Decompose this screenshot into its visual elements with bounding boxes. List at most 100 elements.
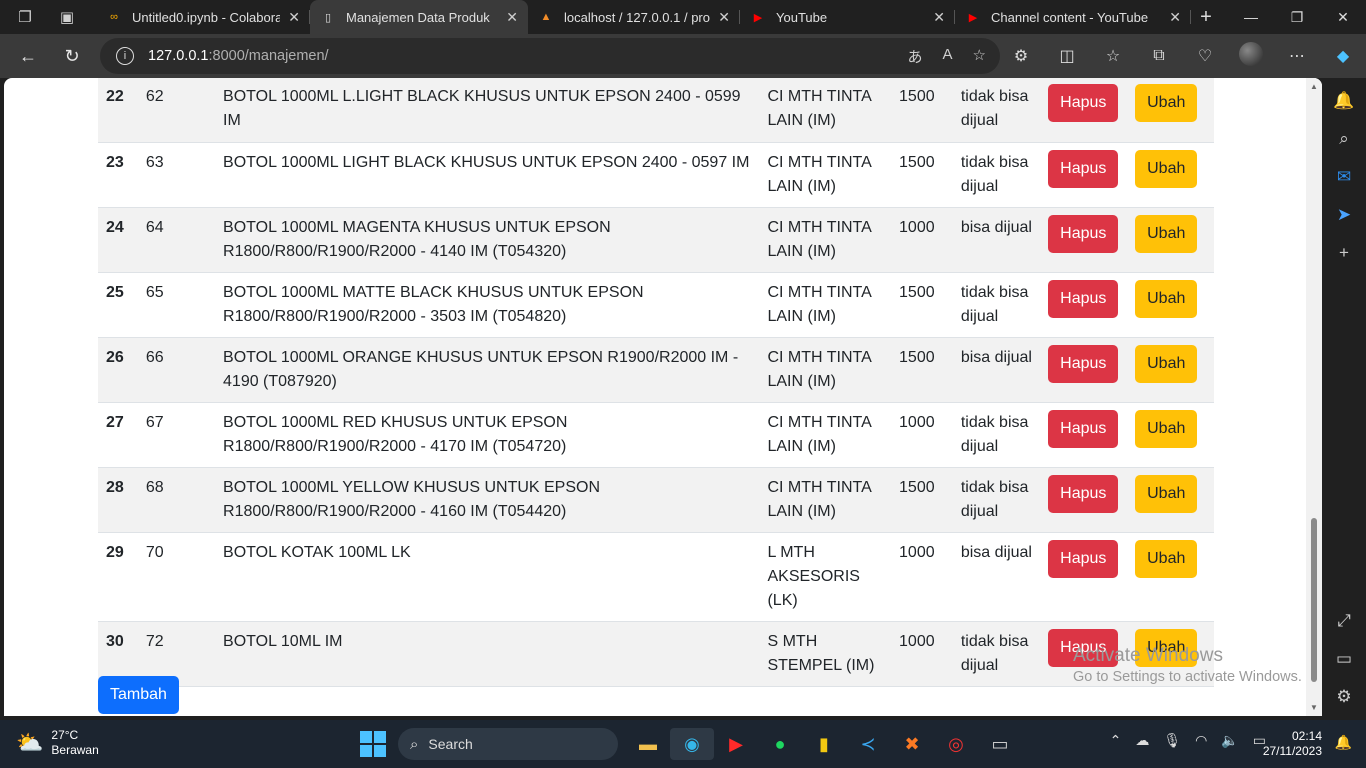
notifications-icon[interactable]: 🔔 (1329, 86, 1359, 116)
product-name: BOTOL 1000ML LIGHT BLACK KHUSUS UNTUK EP… (215, 142, 760, 208)
site-info-icon[interactable]: i (116, 47, 134, 65)
clock[interactable]: 02:14 27/11/2023 (1263, 729, 1322, 759)
hide-sidebar-icon[interactable]: ⤢ (1329, 606, 1359, 636)
vscode-icon[interactable]: ≺ (846, 728, 890, 760)
add-sidebar-app-icon[interactable]: + (1329, 238, 1359, 268)
close-tab-icon[interactable]: ✕ (288, 9, 300, 26)
product-status: bisa dijual (952, 532, 1041, 622)
microphone-icon[interactable]: 🎙 (1163, 732, 1181, 749)
delete-button[interactable]: Hapus (1048, 149, 1119, 188)
edit-button[interactable]: Ubah (1135, 149, 1198, 188)
edge-browser-icon[interactable]: ◉ (670, 728, 714, 760)
outlook-icon[interactable]: ✉ (1329, 162, 1359, 192)
edit-button[interactable]: Ubah (1135, 539, 1198, 578)
tab-title: Manajemen Data Produk (346, 9, 490, 25)
delete-cell: Hapus (1040, 78, 1128, 143)
collections-icon[interactable]: ⧉ (1136, 47, 1182, 65)
product-price: 1500 (891, 467, 953, 533)
sidebar-settings-icon[interactable]: ⚙ (1329, 682, 1359, 712)
restore-icon[interactable]: ❐ (1274, 0, 1320, 34)
address-bar[interactable]: i 127.0.0.1:8000/manajemen/ あ A ☆ (100, 38, 1000, 74)
search-label: Search (428, 736, 473, 752)
youtube-app-icon[interactable]: ▶ (714, 728, 758, 760)
windows-taskbar: ⛅ 27°C Berawan ⌕ Search ▬ ◉ ▶ ● ▮ ≺ ✖ ◎ … (0, 720, 1366, 768)
file-explorer-icon[interactable]: ▬ (626, 728, 670, 760)
tab-title: Channel content - YouTube (991, 9, 1149, 25)
performance-icon[interactable]: ♡ (1182, 46, 1228, 66)
refresh-icon[interactable]: ↻ (54, 38, 90, 74)
volume-icon[interactable]: 🔈 (1221, 732, 1238, 749)
edit-cell: Ubah (1127, 532, 1214, 622)
delete-button[interactable]: Hapus (1048, 344, 1119, 383)
show-hidden-icons-icon[interactable]: ⌃ (1110, 732, 1122, 749)
telegram-icon[interactable]: ➤ (1329, 200, 1359, 230)
screen-recorder-icon[interactable]: ◎ (934, 728, 978, 760)
browser-tab[interactable]: ▲ localhost / 127.0.0.1 / produ ✕ (528, 0, 740, 34)
translate-icon[interactable]: あ (908, 46, 923, 67)
spotify-icon[interactable]: ● (758, 728, 802, 760)
copilot-icon[interactable]: ◆ (1320, 46, 1366, 66)
weather-widget[interactable]: ⛅ 27°C Berawan (16, 728, 99, 758)
extensions-icon[interactable]: ⚙ (998, 46, 1044, 66)
add-product-button[interactable]: Tambah (98, 676, 179, 714)
wifi-icon[interactable]: ◠ (1195, 732, 1207, 749)
favorite-star-icon[interactable]: ☆ (973, 46, 986, 67)
tab-actions-icon[interactable]: ▣ (54, 4, 80, 30)
minimize-icon[interactable]: — (1228, 0, 1274, 34)
edit-button[interactable]: Ubah (1135, 409, 1198, 448)
delete-button[interactable]: Hapus (1048, 214, 1119, 253)
close-tab-icon[interactable]: ✕ (933, 9, 945, 26)
profile-avatar[interactable] (1228, 41, 1274, 71)
favorites-icon[interactable]: ☆ (1090, 46, 1136, 66)
page-scrollbar[interactable]: ▲ ▼ (1306, 78, 1322, 716)
browser-tab[interactable]: ▶ YouTube ✕ (740, 0, 955, 34)
search-icon[interactable]: ⌕ (1329, 124, 1359, 154)
read-aloud-icon[interactable]: A (943, 46, 953, 67)
browser-tab[interactable]: ∞ Untitled0.ipynb - Colaborato ✕ (96, 0, 310, 34)
delete-button[interactable]: Hapus (1048, 474, 1119, 513)
start-button[interactable] (360, 731, 386, 757)
delete-button[interactable]: Hapus (1048, 409, 1119, 448)
taskbar-apps: ▬ ◉ ▶ ● ▮ ≺ ✖ ◎ ▭ (626, 728, 1022, 760)
close-tab-icon[interactable]: ✕ (1169, 9, 1181, 26)
date: 27/11/2023 (1262, 744, 1322, 758)
scroll-up-arrow-icon[interactable]: ▲ (1310, 82, 1318, 91)
scrollbar-thumb[interactable] (1311, 518, 1317, 682)
delete-button[interactable]: Hapus (1048, 279, 1119, 318)
split-screen-icon[interactable]: ◫ (1044, 46, 1090, 66)
taskbar-search[interactable]: ⌕ Search (398, 728, 618, 760)
delete-button[interactable]: Hapus (1048, 84, 1119, 122)
tab-title: Untitled0.ipynb - Colaborato (132, 9, 281, 25)
product-price: 1000 (891, 207, 953, 273)
watermark-title: Activate Windows (1073, 645, 1223, 666)
edit-cell: Ubah (1127, 272, 1214, 338)
edit-button[interactable]: Ubah (1135, 214, 1198, 253)
scroll-down-arrow-icon[interactable]: ▼ (1310, 703, 1318, 712)
more-options-icon[interactable]: ⋯ (1274, 46, 1320, 66)
time: 02:14 (1291, 729, 1322, 743)
close-tab-icon[interactable]: ✕ (506, 9, 518, 26)
edit-button[interactable]: Ubah (1135, 84, 1198, 122)
browser-tab[interactable]: ▯ Manajemen Data Produk ✕ (310, 0, 528, 34)
delete-button[interactable]: Hapus (1048, 539, 1119, 578)
product-name: BOTOL 10ML IM (215, 621, 760, 687)
workspaces-icon[interactable]: ❐ (12, 4, 38, 30)
back-icon[interactable]: ← (10, 38, 46, 74)
browser-tab[interactable]: ▶ Channel content - YouTube ✕ (955, 0, 1191, 34)
product-status: tidak bisa dijual (952, 272, 1041, 338)
notification-center-icon[interactable]: 🔔 (1335, 734, 1352, 751)
sidebar-layout-icon[interactable]: ▭ (1329, 644, 1359, 674)
tab-title: localhost / 127.0.0.1 / produ (564, 9, 711, 25)
close-window-icon[interactable]: ✕ (1320, 0, 1366, 34)
edit-button[interactable]: Ubah (1135, 279, 1198, 318)
edit-cell: Ubah (1127, 142, 1214, 208)
terminal-icon[interactable]: ▭ (978, 728, 1022, 760)
power-bi-icon[interactable]: ▮ (802, 728, 846, 760)
edit-cell: Ubah (1127, 207, 1214, 273)
edit-button[interactable]: Ubah (1135, 474, 1198, 513)
edit-button[interactable]: Ubah (1135, 344, 1198, 383)
new-tab-button[interactable]: + (1191, 6, 1221, 29)
close-tab-icon[interactable]: ✕ (718, 9, 730, 26)
onedrive-icon[interactable]: ☁ (1135, 732, 1149, 749)
xampp-icon[interactable]: ✖ (890, 728, 934, 760)
